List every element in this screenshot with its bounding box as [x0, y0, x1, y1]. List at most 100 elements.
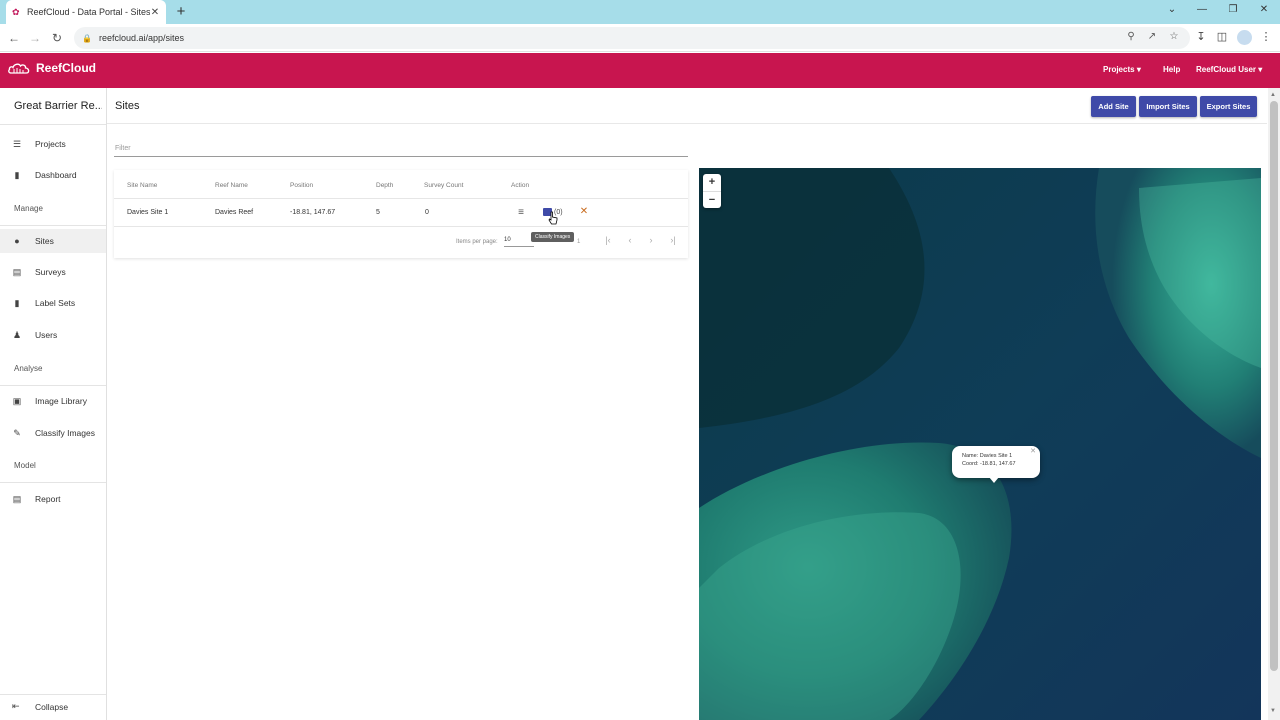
- page-title: Sites: [115, 100, 140, 112]
- sidebar-item-label: Projects: [35, 139, 66, 149]
- filter-placeholder: Filter: [115, 145, 131, 152]
- bookmark-star-icon[interactable]: ☆: [1167, 31, 1181, 42]
- projects-menu[interactable]: Projects ▾: [1103, 65, 1141, 74]
- cell-survey-count: 0: [425, 209, 429, 216]
- popup-close-icon[interactable]: ✕: [1030, 448, 1036, 456]
- sidebar-item-label: Classify Images: [35, 428, 95, 438]
- popup-coordinates: Coord: -18.81, 147.67: [962, 461, 1016, 467]
- sidebar-item-label: Report: [35, 494, 61, 504]
- popup-pointer: [989, 477, 999, 483]
- next-page-icon[interactable]: ›: [645, 235, 657, 245]
- scrollbar-thumb[interactable]: [1270, 101, 1278, 671]
- sidebar-item-report[interactable]: ▤ Report: [0, 487, 106, 511]
- browser-tab[interactable]: ✿ ReefCloud - Data Portal - Sites ✕: [6, 0, 166, 24]
- user-menu[interactable]: ReefCloud User ▾: [1196, 65, 1262, 74]
- users-icon: ♟: [12, 330, 22, 340]
- sidebar-divider: [0, 124, 106, 125]
- label-tag-icon: ▮: [14, 298, 20, 308]
- scroll-up-icon[interactable]: ▲: [1270, 92, 1276, 98]
- download-icon[interactable]: ↧: [1193, 30, 1209, 43]
- brand-name: ReefCloud: [36, 61, 96, 75]
- collapse-label: Collapse: [35, 701, 69, 712]
- sidebar-item-projects[interactable]: ☰ Projects: [0, 132, 106, 156]
- column-header-depth[interactable]: Depth: [376, 182, 393, 189]
- zoom-out-button[interactable]: −: [703, 191, 721, 208]
- back-icon[interactable]: ←: [6, 30, 22, 46]
- zoom-in-button[interactable]: +: [703, 174, 721, 191]
- profile-avatar-icon[interactable]: [1237, 30, 1252, 45]
- sidebar-item-label: Image Library: [35, 396, 87, 406]
- delete-site-icon[interactable]: ✕: [578, 206, 590, 217]
- sidebar-item-classify-images[interactable]: ✎ Classify Images: [0, 421, 106, 445]
- app-header: ReefCloud Projects ▾ Help ReefCloud User…: [0, 53, 1280, 88]
- cell-site-name: Davies Site 1: [127, 209, 169, 216]
- site-map[interactable]: + − ✕ Name: Davies Site 1 Coord: -18.81,…: [699, 168, 1261, 720]
- zoom-icon[interactable]: ⚲: [1124, 31, 1138, 42]
- items-per-page-select[interactable]: 10: [504, 236, 534, 247]
- cell-reef-name: Davies Reef: [215, 209, 254, 216]
- sidebar-item-label-sets[interactable]: ▮ Label Sets: [0, 291, 106, 315]
- sidebar-item-image-library[interactable]: ▣ Image Library: [0, 389, 106, 413]
- tab-search-icon[interactable]: ⌄: [1164, 4, 1180, 15]
- share-icon[interactable]: ↗: [1145, 31, 1159, 42]
- column-header-survey-count[interactable]: Survey Count: [424, 182, 463, 189]
- section-label-analyse: Analyse: [14, 364, 43, 373]
- browser-tab-strip: ✿ ReefCloud - Data Portal - Sites ✕ + ⌄ …: [0, 0, 1280, 24]
- browser-menu-icon[interactable]: ⋮: [1258, 30, 1274, 43]
- tab-close-icon[interactable]: ✕: [150, 7, 160, 18]
- column-header-action: Action: [511, 182, 530, 189]
- sidebar-item-label: Surveys: [35, 267, 66, 277]
- list-icon: ☰: [12, 139, 22, 149]
- cell-depth: 5: [376, 209, 380, 216]
- new-tab-icon[interactable]: +: [173, 3, 189, 20]
- lock-icon: 🔒: [82, 33, 92, 43]
- sidebar-divider: [0, 225, 106, 226]
- sidebar-item-users[interactable]: ♟ Users: [0, 323, 106, 347]
- prev-page-icon[interactable]: ‹: [624, 235, 636, 245]
- sidebar-item-sites[interactable]: ● Sites: [0, 229, 106, 253]
- export-sites-button[interactable]: Export Sites: [1200, 96, 1257, 117]
- forward-icon[interactable]: →: [27, 30, 43, 46]
- classify-icon: ✎: [13, 428, 21, 438]
- project-name[interactable]: Great Barrier Re...: [14, 100, 102, 112]
- sidebar-collapse-button[interactable]: ⇤ Collapse: [0, 694, 106, 718]
- import-sites-button[interactable]: Import Sites: [1139, 96, 1197, 117]
- user-menu-label: ReefCloud User: [1196, 65, 1257, 74]
- brand[interactable]: ReefCloud: [8, 61, 96, 75]
- filter-input[interactable]: [114, 141, 688, 157]
- address-url: reefcloud.ai/app/sites: [98, 33, 185, 43]
- sidebar-divider: [0, 385, 106, 386]
- sidebar-item-surveys[interactable]: ▤ Surveys: [0, 260, 106, 284]
- minimize-icon[interactable]: —: [1194, 4, 1210, 15]
- bar-chart-icon: ▮: [14, 170, 20, 180]
- address-bar[interactable]: 🔒 reefcloud.ai/app/sites: [74, 27, 1190, 49]
- satellite-imagery: [699, 168, 1261, 720]
- reload-icon[interactable]: ↻: [49, 30, 65, 46]
- cell-position: -18.81, 147.67: [290, 209, 336, 216]
- sidebar: Great Barrier Re... ☰ Projects ▮ Dashboa…: [0, 88, 107, 720]
- edit-site-icon[interactable]: ≡: [515, 207, 527, 218]
- site-popup: ✕ Name: Davies Site 1 Coord: -18.81, 147…: [952, 446, 1040, 478]
- column-header-site-name[interactable]: Site Name: [127, 182, 157, 189]
- scroll-down-icon[interactable]: ▼: [1270, 708, 1276, 714]
- row-divider: [114, 226, 688, 227]
- items-per-page-value: 10: [504, 237, 511, 243]
- restore-icon[interactable]: ❐: [1225, 4, 1241, 15]
- column-header-reef-name[interactable]: Reef Name: [215, 182, 248, 189]
- sidebar-item-label: Dashboard: [35, 170, 77, 180]
- help-link[interactable]: Help: [1163, 65, 1180, 74]
- side-panel-icon[interactable]: ◫: [1214, 30, 1230, 43]
- add-site-button[interactable]: Add Site: [1091, 96, 1136, 117]
- section-label-model: Model: [14, 461, 36, 470]
- sidebar-item-dashboard[interactable]: ▮ Dashboard: [0, 163, 106, 187]
- caret-down-icon: ▾: [1136, 65, 1141, 74]
- last-page-icon[interactable]: ›|: [667, 235, 679, 245]
- sidebar-item-label: Label Sets: [35, 298, 76, 308]
- projects-menu-label: Projects: [1103, 65, 1135, 74]
- window-close-icon[interactable]: ✕: [1256, 4, 1272, 15]
- sidebar-item-label: Sites: [35, 236, 54, 246]
- map-zoom-control: + −: [703, 174, 721, 208]
- image-icon: ▣: [12, 396, 22, 406]
- first-page-icon[interactable]: |‹: [602, 235, 614, 245]
- column-header-position[interactable]: Position: [290, 182, 313, 189]
